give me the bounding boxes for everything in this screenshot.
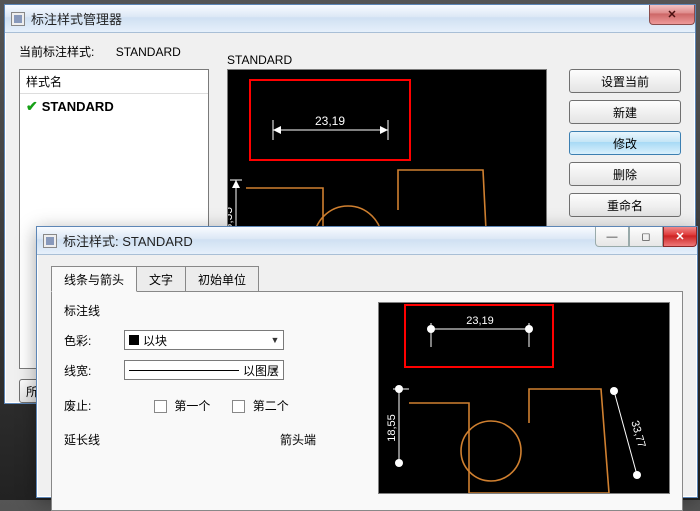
set-current-button[interactable]: 设置当前	[569, 69, 681, 93]
suppress-second-label: 第二个	[253, 399, 289, 413]
dim-vertical: 18,55	[386, 414, 398, 442]
style-list-item[interactable]: ✔ STANDARD	[20, 94, 208, 119]
group-extension-lines: 延长线	[64, 431, 100, 448]
new-button[interactable]: 新建	[569, 100, 681, 124]
dim-diagonal: 33,77	[628, 419, 647, 449]
tab-page-lines: 标注线 色彩: 以块 ▼ 线宽: 以图层 ▼	[51, 291, 683, 511]
color-swatch	[129, 335, 139, 345]
lineweight-label: 线宽:	[64, 362, 124, 379]
tab-text[interactable]: 文字	[136, 266, 186, 292]
current-style-value: STANDARD	[116, 45, 181, 59]
maximize-button[interactable]: ◻	[629, 227, 663, 247]
line-preview	[129, 370, 239, 371]
app-icon	[11, 12, 25, 26]
window-title: 标注样式: STANDARD	[63, 231, 193, 250]
tab-lines[interactable]: 线条与箭头	[51, 266, 137, 292]
dim-horizontal: 23,19	[315, 114, 345, 128]
chevron-down-icon: ▼	[267, 331, 283, 349]
close-button[interactable]: ✕	[649, 5, 695, 25]
style-preview: 23,19 18,55 33,77	[378, 302, 670, 494]
modify-button[interactable]: 修改	[569, 131, 681, 155]
suppress-first-checkbox[interactable]	[154, 400, 167, 413]
chevron-down-icon: ▼	[267, 361, 283, 379]
window-title: 标注样式管理器	[31, 9, 122, 28]
style-list-header: 样式名	[20, 70, 208, 94]
titlebar[interactable]: 标注样式管理器 ✕	[5, 5, 695, 33]
rename-button[interactable]: 重命名	[569, 193, 681, 217]
suppress-label: 废止:	[64, 397, 124, 414]
tab-units[interactable]: 初始单位	[185, 266, 259, 292]
color-value: 以块	[143, 332, 167, 349]
delete-button[interactable]: 删除	[569, 162, 681, 186]
tabs: 线条与箭头 文字 初始单位	[51, 265, 683, 291]
color-label: 色彩:	[64, 332, 124, 349]
lineweight-combo[interactable]: 以图层 ▼	[124, 360, 284, 380]
dim-horizontal: 23,19	[466, 315, 494, 327]
current-style-label: 当前标注样式:	[19, 45, 94, 59]
preview-label: STANDARD	[227, 53, 292, 67]
group-arrowheads: 箭头端	[280, 431, 316, 448]
check-icon: ✔	[26, 98, 38, 115]
suppress-first-label: 第一个	[174, 399, 210, 413]
minimize-button[interactable]: —	[595, 227, 629, 247]
group-dim-lines: 标注线	[64, 302, 364, 319]
close-button[interactable]: ✕	[663, 227, 697, 247]
button-column: 设置当前 新建 修改 删除 重命名	[569, 69, 681, 217]
app-icon	[43, 234, 57, 248]
suppress-second-checkbox[interactable]	[232, 400, 245, 413]
style-name: STANDARD	[42, 99, 114, 114]
color-combo[interactable]: 以块 ▼	[124, 330, 284, 350]
dimension-style-edit-window: 标注样式: STANDARD — ◻ ✕ 线条与箭头 文字 初始单位 标注线 色…	[36, 226, 698, 498]
edit-body: 线条与箭头 文字 初始单位 标注线 色彩: 以块 ▼ 线宽:	[37, 255, 697, 497]
titlebar[interactable]: 标注样式: STANDARD — ◻ ✕	[37, 227, 697, 255]
